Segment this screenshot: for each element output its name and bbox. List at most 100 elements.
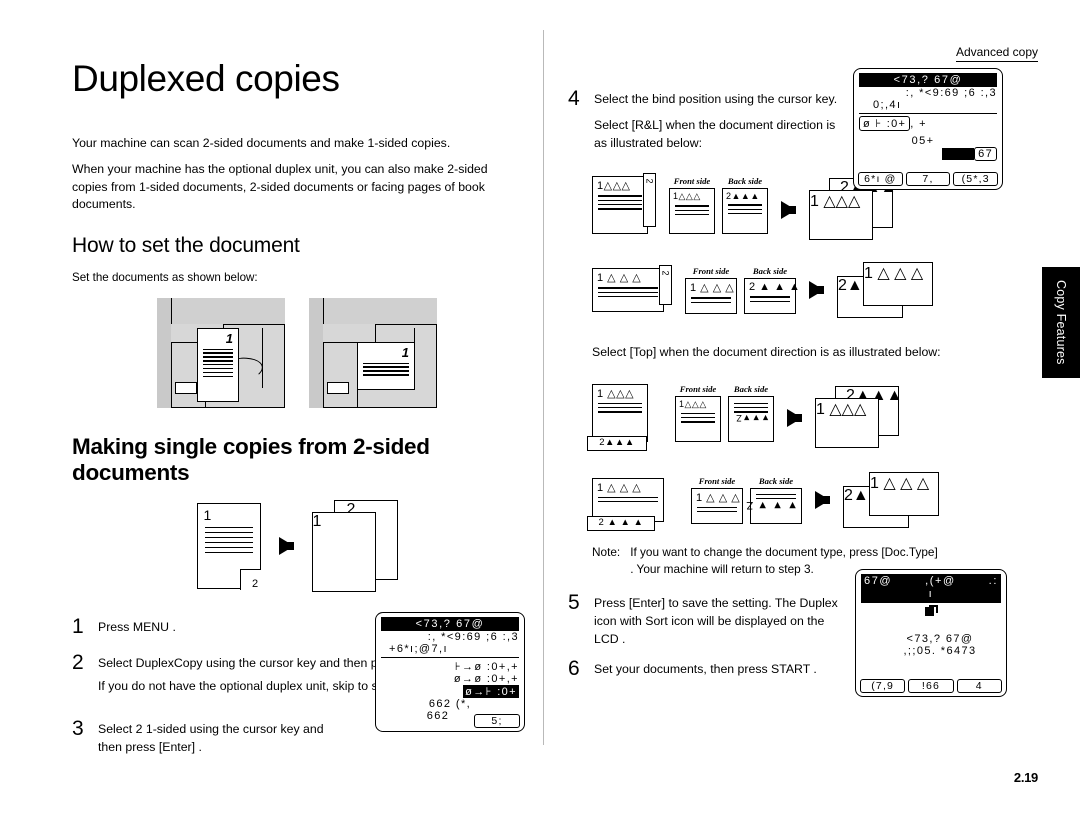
front-side-sheet: 1△△△ xyxy=(675,395,721,442)
arrow-right-icon xyxy=(781,201,796,220)
lcd-line: ,;;05. *6473 xyxy=(903,645,977,657)
diagram-top-portrait: 1 △△△ 2▲▲▲ Front side 1△△△ Back side ▼▼▼… xyxy=(587,378,1038,451)
arrow-right-icon xyxy=(278,537,294,556)
lcd-value-label: 05+ xyxy=(911,135,935,147)
step-text-cont: then press [Enter] . xyxy=(98,739,202,754)
intro-paragraph-2: When your machine has the optional duple… xyxy=(72,162,488,212)
page-title: Duplexed copies xyxy=(72,58,340,99)
lcd-softkey[interactable]: 5; xyxy=(474,714,520,728)
front-side-sheet: 1△△△ xyxy=(669,188,715,235)
back-side-sheet-flipped: ▼ ▼ ▼ Z xyxy=(746,487,802,524)
binding-tab: 2 xyxy=(659,265,672,306)
lcd-line: <73,? 67@ xyxy=(906,633,974,645)
lcd-title-right: .: xyxy=(988,575,998,587)
lcd-title-left: 67@ xyxy=(864,575,893,587)
diagram-rl-landscape: 1 △ △ △ 2 Front side 1 △ △ △ Back side 2… xyxy=(592,262,1038,319)
subheading-how-to-set: How to set the document xyxy=(72,233,300,257)
front-back-pair: Front side 1 △ △ △ Back side ▼ ▼ ▼ Z xyxy=(691,476,802,524)
front-side-sheet: 1 △ △ △ xyxy=(691,487,743,524)
front-back-pair: Front side 1△△△ Back side 2▲▲▲ xyxy=(669,176,768,235)
step-text: Select [R&L] when the document direction… xyxy=(594,117,836,132)
caption-back-side: Back side xyxy=(733,383,769,394)
page-number: 2.19 xyxy=(1013,770,1038,785)
lcd-softkeys: 5; xyxy=(474,714,520,728)
step-text: Set your documents, then press START . xyxy=(594,662,817,677)
arrow-right-icon xyxy=(815,490,830,509)
step-text: Select the bind position using the curso… xyxy=(594,92,838,106)
lcd-line: 662 (*, xyxy=(428,698,472,710)
lcd-option-row-selected[interactable]: ø→⊦ :0+ xyxy=(381,685,519,698)
lcd-softkey[interactable]: 7, xyxy=(905,172,951,186)
lcd-line: :, *<9:69 ;6 :,3 xyxy=(905,87,997,99)
output-documents: 2▲ 1 △ △ △ xyxy=(837,262,933,319)
left-column: Duplexed copies Your machine can scan 2-… xyxy=(72,58,525,756)
lcd-option-row[interactable]: ⊦→ø :0+,+ xyxy=(381,660,519,673)
document-sheet: 1 xyxy=(357,342,415,391)
caption-back-side: Back side xyxy=(727,176,763,187)
lcd-softkeys: 6*ı @ 7, (5*,3 xyxy=(858,172,999,186)
step-text-cont: icon with Sort icon will be displayed on… xyxy=(594,613,825,646)
caption-back-side: Back side xyxy=(758,475,794,486)
source-document: 1△△△ 2 xyxy=(592,173,656,235)
lcd-value-row[interactable]: 67 xyxy=(859,147,997,161)
caption-front-side: Front side xyxy=(698,475,736,486)
lcd-panel-step-3: <73,? 67@ :, *<9:69 ;6 :,3 +6*ı;@7,ı ⊦→ø… xyxy=(375,612,525,732)
lcd-softkey[interactable]: 6*ı @ xyxy=(858,172,903,186)
arrow-right-icon xyxy=(787,408,802,427)
step-number: 6 xyxy=(568,657,580,681)
back-side-sheet: 2 ▲ ▲ ▲ xyxy=(744,278,800,315)
lcd-title-bar: <73,? 67@ xyxy=(859,73,997,87)
column-divider xyxy=(543,30,544,745)
subheading-note: Set the documents as shown below: xyxy=(72,270,258,284)
step-number: 1 xyxy=(72,615,84,639)
caption-back-side: Back side xyxy=(752,266,788,277)
duplex-sort-icon xyxy=(924,605,938,617)
lcd-softkey[interactable]: (5*,3 xyxy=(953,172,999,186)
source-document: 1 △ △ △ 2 ▲ ▲ ▲ xyxy=(587,477,664,531)
side-tab-copy-features: Copy Features xyxy=(1042,267,1080,378)
step-text: Press [Enter] to save the setting. The D… xyxy=(594,595,838,610)
machine-landscape-feed: 1 xyxy=(309,298,437,409)
step-text-cont: as illustrated below: xyxy=(594,135,702,150)
step-number: 2 xyxy=(72,651,84,675)
lcd-softkey[interactable]: !66 xyxy=(908,679,954,693)
lcd-panel-step-4: <73,? 67@ :, *<9:69 ;6 :,3 0;,4ı ø ⊦ :0+… xyxy=(853,68,1003,190)
binding-tab: 2▲▲▲ xyxy=(587,435,647,451)
lcd-selected-field[interactable]: ø ⊦ :0+, + xyxy=(859,116,997,131)
duplex-flow-illustration: 1 2 2 1 xyxy=(72,500,522,593)
lcd-panel-step-5: 67@ ,(+@ .: ı <73,? 67@ ,;;05. *6473 (7,… xyxy=(855,569,1007,697)
output-documents: 2 1 xyxy=(311,500,398,593)
note-label: Note: xyxy=(592,544,621,559)
lcd-softkey[interactable]: (7,9 xyxy=(860,679,906,693)
subheading-single-copies: Making single copies from 2-sided docume… xyxy=(72,434,430,486)
source-document: 1 △ △ △ 2 xyxy=(592,265,672,313)
back-side-sheet: 2▲▲▲ xyxy=(722,188,768,235)
intro-paragraph-1: Your machine can scan 2-sided documents … xyxy=(72,136,451,150)
lcd-title-mid: ,(+@ xyxy=(925,575,956,587)
step-number: 3 xyxy=(72,716,84,740)
top-bind-instruction: Select [Top] when the document direction… xyxy=(592,345,941,360)
lcd-line: :, *<9:69 ;6 :,3 xyxy=(427,631,519,643)
step-text: Press MENU . xyxy=(98,620,176,635)
lcd-option-row[interactable]: ø→ø :0+,+ xyxy=(381,673,519,685)
binding-tab: 2 xyxy=(643,173,656,228)
lcd-line: +6*ı;@7,ı xyxy=(389,643,448,655)
caption-front-side: Front side xyxy=(692,266,730,277)
step-text: Select 2 1-sided using the cursor key an… xyxy=(98,721,324,736)
lcd-softkey[interactable]: 4 xyxy=(956,679,1002,693)
lcd-title-bar: <73,? 67@ xyxy=(381,617,519,631)
machine-portrait-feed: 1 xyxy=(157,298,285,409)
source-document: 1 △△△ 2▲▲▲ xyxy=(587,383,648,451)
output-documents: 2▲▲▲ 1 △△△ xyxy=(815,385,902,448)
lcd-title-sub: ı xyxy=(861,588,1001,603)
lcd-line: 0;,4ı xyxy=(873,99,902,111)
step-number: 4 xyxy=(568,87,580,110)
output-documents: 2▲ 1 △ △ △ xyxy=(843,471,939,528)
lcd-softkeys: (7,9 !66 4 xyxy=(860,679,1002,693)
caption-front-side: Front side xyxy=(679,383,717,394)
front-back-pair: Front side 1 △ △ △ Back side 2 ▲ ▲ ▲ xyxy=(685,266,800,315)
binding-tab: 2 ▲ ▲ ▲ xyxy=(587,515,655,531)
caption-front-side: Front side xyxy=(673,176,711,187)
side-tab-label: Copy Features xyxy=(1054,280,1068,365)
manual-page: Advanced copy Copy Features 2.19 Duplexe… xyxy=(0,0,1080,834)
